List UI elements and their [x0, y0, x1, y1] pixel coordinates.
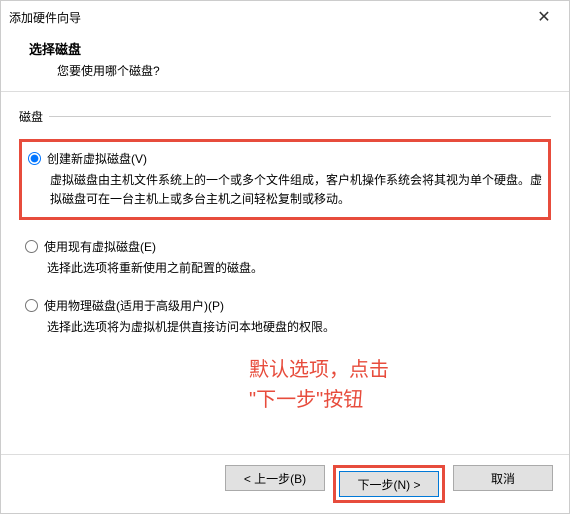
page-subtitle: 您要使用哪个磁盘?: [29, 62, 561, 79]
radio-existing[interactable]: [25, 240, 38, 253]
radio-desc-physical: 选择此选项将为虚拟机提供直接访问本地硬盘的权限。: [25, 318, 551, 337]
content-area: 磁盘 创建新虚拟磁盘(V) 虚拟磁盘由主机文件系统上的一个或多个文件组成，客户机…: [1, 92, 569, 415]
highlight-box-next: 下一步(N) >: [333, 465, 445, 503]
radio-create-new[interactable]: [28, 152, 41, 165]
radio-label-create-new: 创建新虚拟磁盘(V): [47, 150, 147, 167]
close-icon[interactable]: ✕: [529, 7, 559, 27]
radio-physical[interactable]: [25, 299, 38, 312]
window-title: 添加硬件向导: [9, 9, 81, 26]
annotation-line2: "下一步"按钮: [249, 385, 551, 415]
radio-option-existing[interactable]: 使用现有虚拟磁盘(E) 选择此选项将重新使用之前配置的磁盘。: [19, 238, 551, 278]
cancel-button[interactable]: 取消: [453, 465, 553, 491]
button-bar: < 上一步(B) 下一步(N) > 取消: [1, 454, 569, 513]
radio-option-physical[interactable]: 使用物理磁盘(适用于高级用户)(P) 选择此选项将为虚拟机提供直接访问本地硬盘的…: [19, 297, 551, 337]
divider-line: [49, 116, 551, 117]
annotation-line1: 默认选项，点击: [249, 355, 551, 385]
titlebar: 添加硬件向导 ✕: [1, 1, 569, 33]
radio-label-existing: 使用现有虚拟磁盘(E): [44, 238, 156, 255]
group-label: 磁盘: [19, 108, 43, 125]
radio-label-physical: 使用物理磁盘(适用于高级用户)(P): [44, 297, 224, 314]
back-button[interactable]: < 上一步(B): [225, 465, 325, 491]
page-title: 选择磁盘: [29, 39, 561, 58]
annotation-text: 默认选项，点击 "下一步"按钮: [19, 355, 551, 415]
radio-desc-existing: 选择此选项将重新使用之前配置的磁盘。: [25, 259, 551, 278]
highlight-box-option: 创建新虚拟磁盘(V) 虚拟磁盘由主机文件系统上的一个或多个文件组成，客户机操作系…: [19, 139, 551, 220]
group-header: 磁盘: [19, 108, 551, 125]
radio-option-create-new[interactable]: 创建新虚拟磁盘(V) 虚拟磁盘由主机文件系统上的一个或多个文件组成，客户机操作系…: [28, 150, 542, 209]
wizard-header: 选择磁盘 您要使用哪个磁盘?: [1, 33, 569, 92]
next-button[interactable]: 下一步(N) >: [339, 471, 439, 497]
radio-desc-create-new: 虚拟磁盘由主机文件系统上的一个或多个文件组成，客户机操作系统会将其视为单个硬盘。…: [28, 171, 542, 209]
